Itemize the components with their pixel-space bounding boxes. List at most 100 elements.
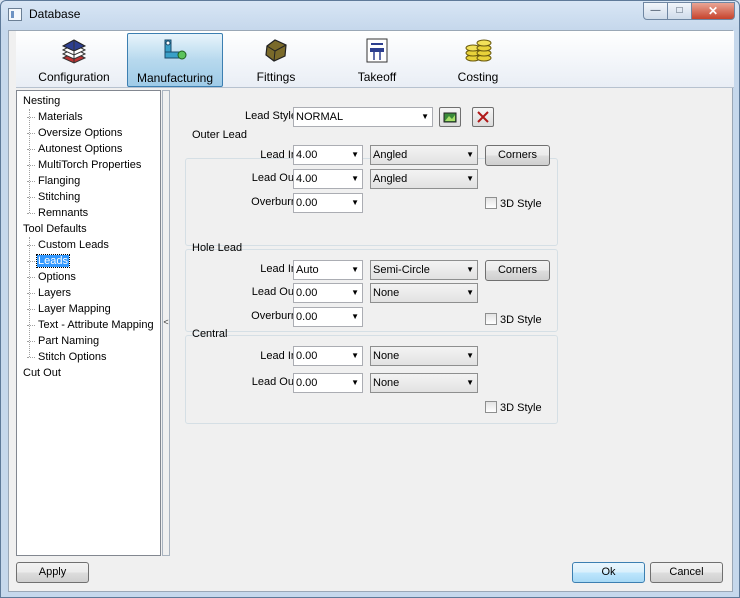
tab-takeoff-label: Takeoff: [357, 70, 397, 84]
tree-item-custom-leads[interactable]: Custom Leads: [27, 237, 110, 253]
tab-configuration[interactable]: Configuration: [26, 33, 122, 87]
tree-item-materials[interactable]: Materials: [27, 109, 84, 125]
tab-costing[interactable]: Costing: [430, 33, 526, 87]
chevron-down-icon: ▼: [466, 351, 474, 360]
tab-fittings-label: Fittings: [256, 70, 296, 84]
outer-lead-in-length[interactable]: 4.00 ▼: [293, 145, 363, 165]
hole-3d-style-checkbox[interactable]: 3D Style: [485, 313, 542, 327]
pipe-tool-icon: [160, 37, 190, 65]
tree-item-options[interactable]: Options: [27, 269, 77, 285]
hole-overburn-value[interactable]: 0.00 ▼: [293, 307, 363, 327]
lead-style-value: NORMAL: [296, 111, 344, 123]
chevron-down-icon: ▼: [351, 174, 359, 183]
outer-3d-style-checkbox[interactable]: 3D Style: [485, 197, 542, 211]
hole-lead-in-label: Lead In: [260, 263, 297, 275]
outer-lead-out-length[interactable]: 4.00 ▼: [293, 169, 363, 189]
outer-overburn-value[interactable]: 0.00 ▼: [293, 193, 363, 213]
chevron-down-icon: ▼: [351, 312, 359, 321]
blueprint-icon: [362, 36, 392, 64]
central-lead-out-length[interactable]: 0.00 ▼: [293, 373, 363, 393]
settings-tree[interactable]: Nesting Materials Oversize Options Auton…: [16, 90, 161, 556]
minimize-button[interactable]: —: [643, 2, 668, 20]
tree-item-stitch-options[interactable]: Stitch Options: [26, 349, 107, 365]
hole-lead-in-type[interactable]: Semi-Circle ▼: [370, 260, 478, 280]
collapse-arrow-icon[interactable]: <: [163, 317, 169, 327]
outer-overburn-label: Overburn: [251, 196, 297, 208]
outer-lead-in-label: Lead In: [260, 149, 297, 161]
chevron-down-icon: ▼: [466, 265, 474, 274]
tree-item-layers[interactable]: Layers: [26, 285, 72, 301]
central-lead-in-length[interactable]: 0.00 ▼: [293, 346, 363, 366]
hole-lead-out-length[interactable]: 0.00 ▼: [293, 283, 363, 303]
image-edit-icon: [443, 112, 457, 123]
chevron-down-icon: ▼: [351, 351, 359, 360]
central-lead-in-label: Lead In: [260, 350, 297, 362]
leads-panel: Lead Style NORMAL ▼ Outer Lead Lead In 4.…: [183, 100, 563, 424]
tree-item-oversize-options[interactable]: Oversize Options: [26, 125, 123, 141]
tree-item-text-attribute-mapping[interactable]: Text - Attribute Mapping: [27, 317, 155, 333]
window-app-icon: [8, 8, 22, 21]
panel-splitter[interactable]: <: [162, 90, 170, 556]
chevron-down-icon: ▼: [351, 198, 359, 207]
tree-item-remnants[interactable]: Remnants: [26, 205, 89, 221]
hole-overburn-label: Overburn: [251, 310, 297, 322]
checkbox-box: [485, 313, 497, 325]
edit-lead-style-button[interactable]: [439, 107, 461, 127]
tree-item-flanging[interactable]: Flanging: [26, 173, 81, 189]
hole-corners-button[interactable]: Corners: [485, 260, 550, 281]
tree-item-layer-mapping[interactable]: Layer Mapping: [27, 301, 112, 317]
tab-fittings[interactable]: Fittings: [228, 33, 324, 87]
chevron-down-icon: ▼: [351, 378, 359, 387]
tree-item-multitorch-properties[interactable]: MultiTorch Properties: [26, 157, 142, 173]
hole-lead-out-type[interactable]: None ▼: [370, 283, 478, 303]
hole-lead-in-length[interactable]: Auto ▼: [293, 260, 363, 280]
chevron-down-icon: ▼: [466, 378, 474, 387]
hole-lead-out-label: Lead Out: [251, 286, 297, 298]
checkbox-box: [485, 401, 497, 413]
chevron-down-icon: ▼: [351, 150, 359, 159]
tree-item-part-naming[interactable]: Part Naming: [26, 333, 100, 349]
maximize-button[interactable]: □: [667, 2, 692, 20]
tree-item-tool-defaults[interactable]: Tool Defaults: [22, 221, 88, 237]
lead-style-select[interactable]: NORMAL ▼: [293, 107, 433, 127]
delete-x-icon: [477, 111, 489, 123]
ok-button[interactable]: Ok: [572, 562, 645, 583]
outer-lead-out-type[interactable]: Angled ▼: [370, 169, 478, 189]
outer-lead-title: Outer Lead: [192, 129, 248, 141]
apply-button[interactable]: Apply: [16, 562, 89, 583]
central-3d-style-checkbox[interactable]: 3D Style: [485, 401, 542, 415]
cancel-button[interactable]: Cancel: [650, 562, 723, 583]
delete-lead-style-button[interactable]: [472, 107, 494, 127]
tree-item-autonest-options[interactable]: Autonest Options: [26, 141, 123, 157]
client-area: Configuration Manufacturing Fittings Tak…: [8, 30, 734, 592]
tree-item-leads[interactable]: Leads: [27, 253, 70, 269]
tree-item-nesting[interactable]: Nesting: [22, 93, 61, 109]
outer-lead-in-type[interactable]: Angled ▼: [370, 145, 478, 165]
hole-lead-title: Hole Lead: [192, 242, 243, 254]
window-title: Database: [29, 7, 81, 21]
outer-lead-out-label: Lead Out: [251, 172, 297, 184]
tab-costing-label: Costing: [457, 70, 499, 84]
tab-manufacturing[interactable]: Manufacturing: [127, 33, 223, 87]
tree-connector: [29, 237, 30, 357]
database-window: Database — □ ✕ Configuration Manufacturi…: [0, 0, 740, 598]
lead-style-label: Lead Style: [245, 110, 297, 122]
book-stack-icon: [59, 36, 89, 64]
central-lead-out-label: Lead Out: [251, 376, 297, 388]
central-lead-in-type[interactable]: None ▼: [370, 346, 478, 366]
title-bar[interactable]: Database — □ ✕: [1, 1, 739, 29]
fitting-shape-icon: [261, 36, 291, 64]
tab-takeoff[interactable]: Takeoff: [329, 33, 425, 87]
tab-manufacturing-label: Manufacturing: [136, 71, 214, 85]
tree-item-stitching[interactable]: Stitching: [26, 189, 81, 205]
chevron-down-icon: ▼: [351, 288, 359, 297]
tab-configuration-label: Configuration: [38, 70, 110, 84]
chevron-down-icon: ▼: [421, 112, 429, 121]
close-button[interactable]: ✕: [691, 2, 735, 20]
outer-corners-button[interactable]: Corners: [485, 145, 550, 166]
tree-item-cut-out[interactable]: Cut Out: [22, 365, 62, 381]
central-lead-out-type[interactable]: None ▼: [370, 373, 478, 393]
chevron-down-icon: ▼: [466, 150, 474, 159]
category-ribbon: Configuration Manufacturing Fittings Tak…: [16, 31, 734, 88]
chevron-down-icon: ▼: [351, 265, 359, 274]
